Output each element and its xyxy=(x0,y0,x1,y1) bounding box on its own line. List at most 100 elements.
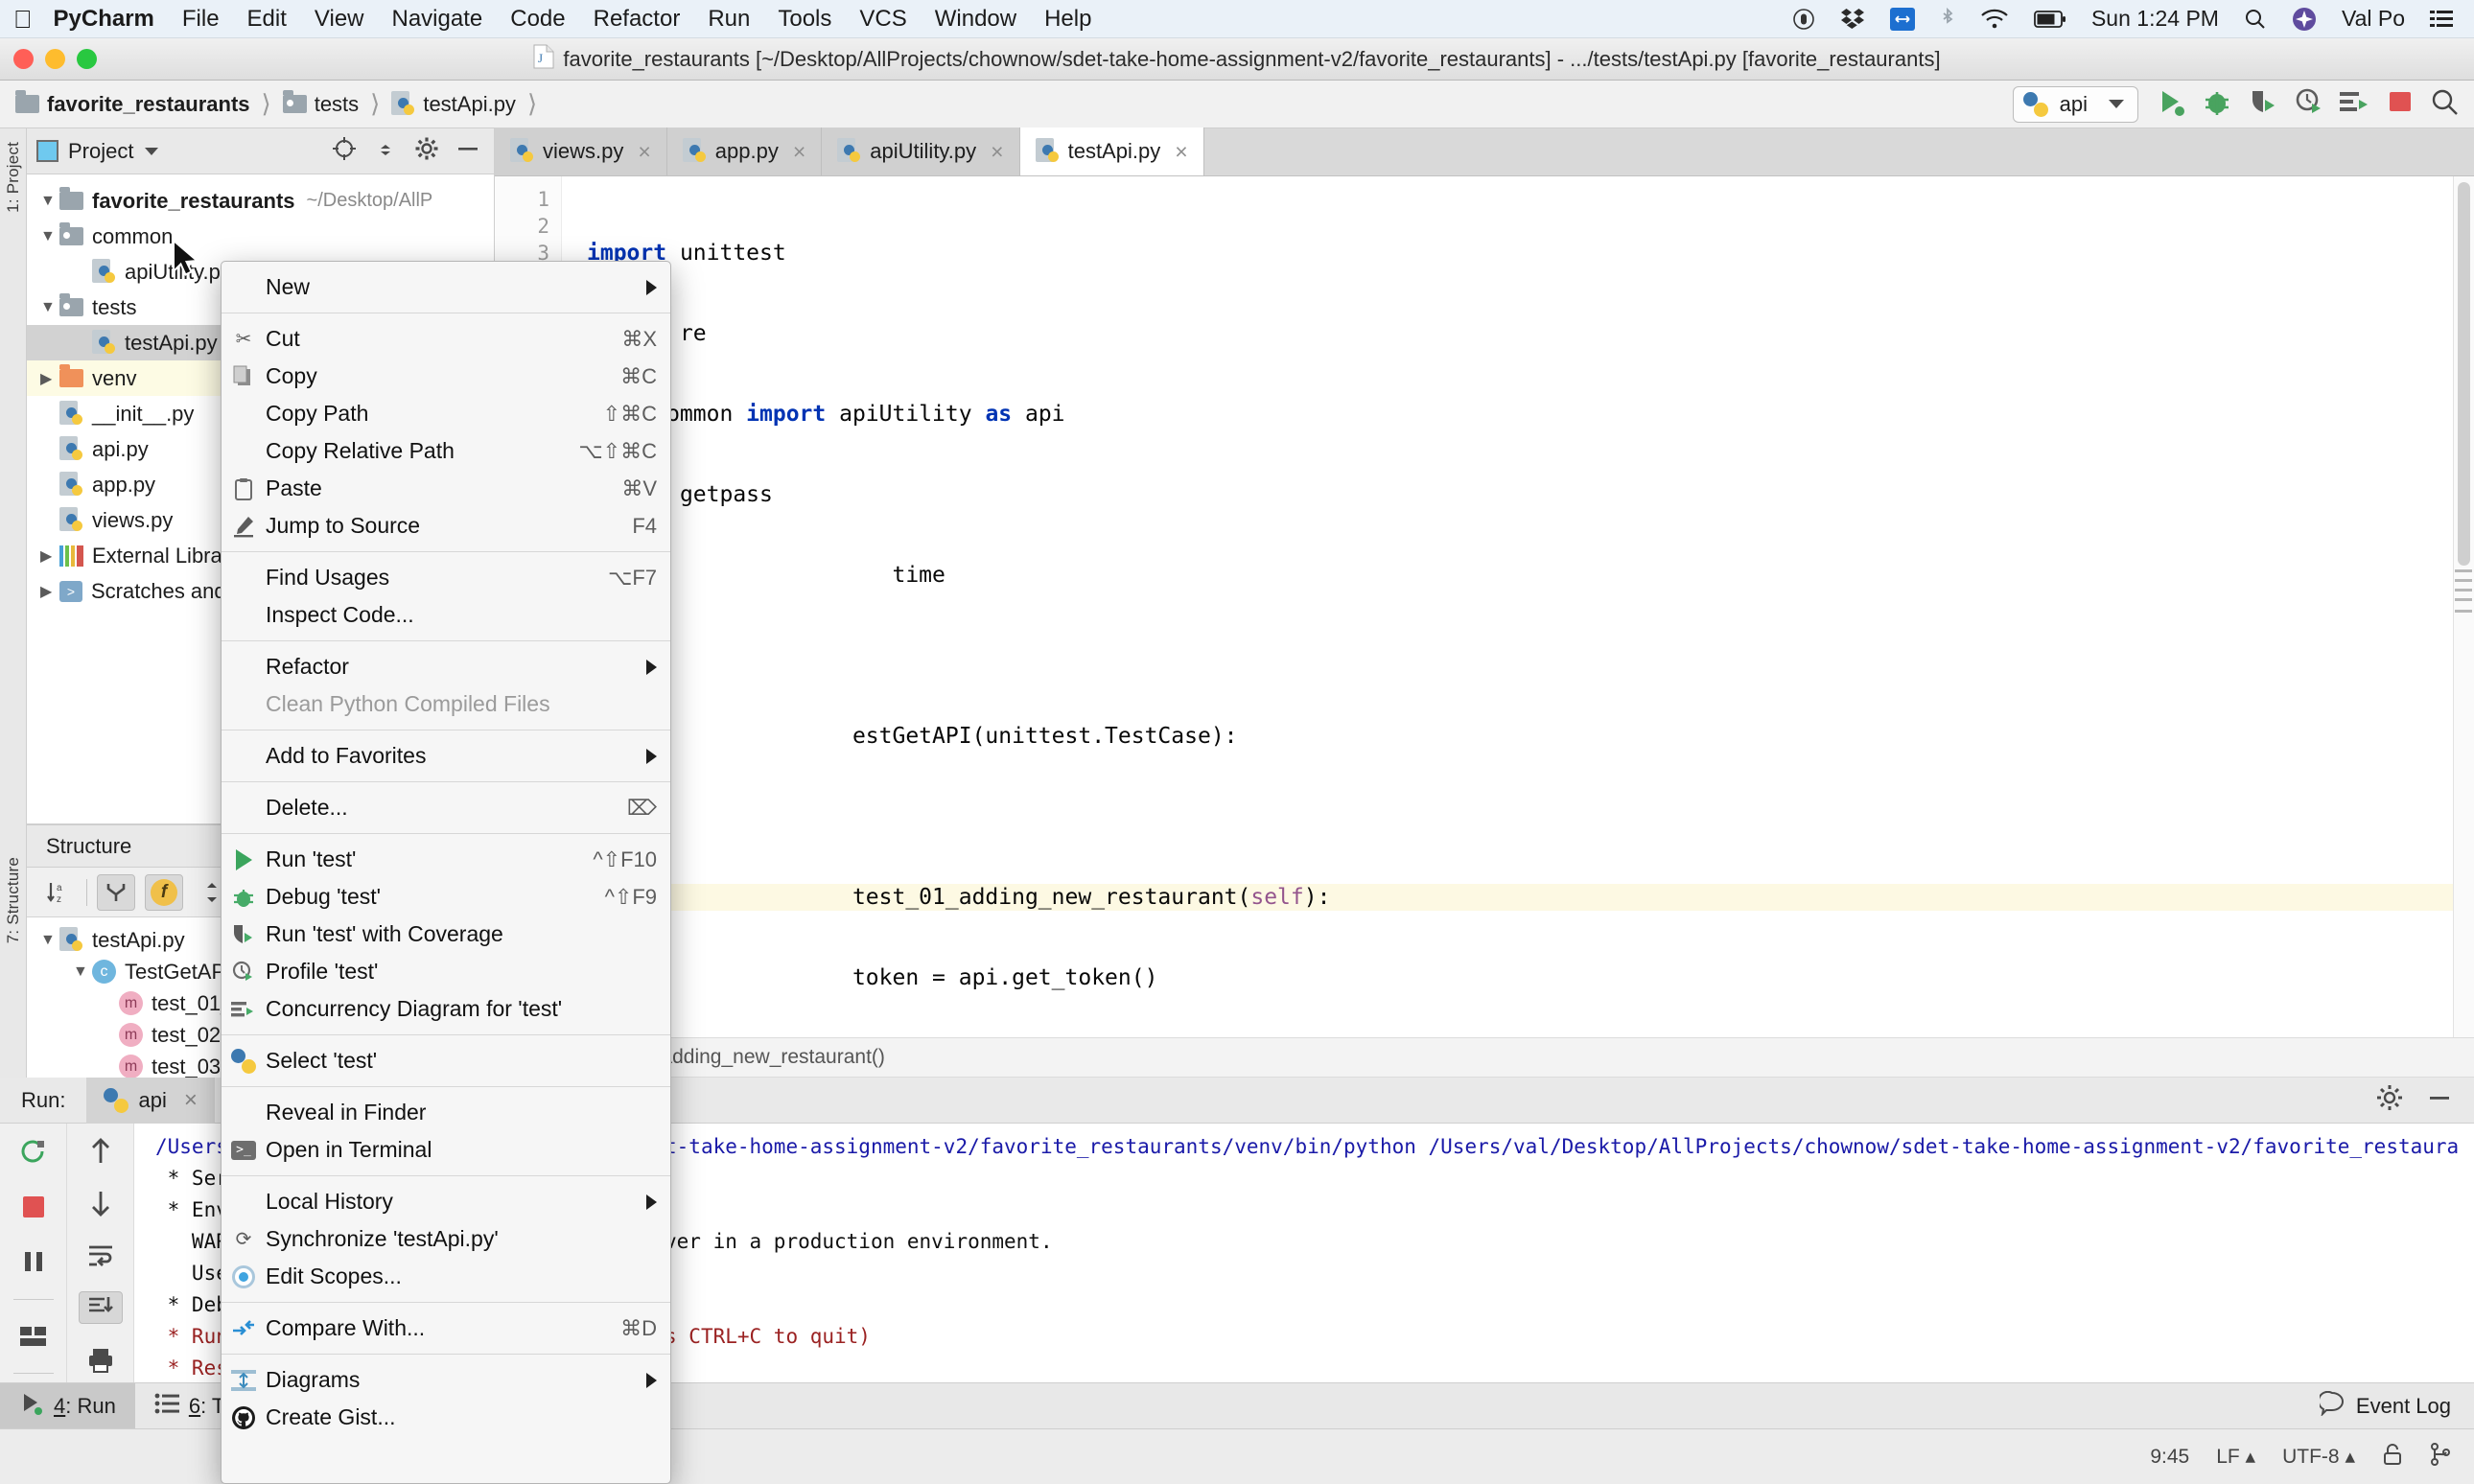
menu-item-new[interactable]: New xyxy=(222,268,670,306)
menu-item-run-test[interactable]: Run 'test' ^⇧F10 xyxy=(222,841,670,878)
sizeup-icon[interactable] xyxy=(1889,7,1915,31)
show-fields-icon[interactable]: f xyxy=(145,873,183,911)
menu-window[interactable]: Window xyxy=(935,6,1016,33)
code-content[interactable]: import unittest import re from common im… xyxy=(564,186,2474,1037)
disclosure-arrow-icon[interactable] xyxy=(40,228,59,245)
menu-item-debug-test[interactable]: Debug 'test' ^⇧F9 xyxy=(222,878,670,916)
settings-gear-icon[interactable] xyxy=(414,136,439,167)
disclosure-arrow-icon[interactable] xyxy=(73,963,92,981)
menu-refactor[interactable]: Refactor xyxy=(594,6,681,33)
close-tab-icon[interactable]: × xyxy=(1175,139,1187,165)
layout-icon[interactable] xyxy=(12,1318,56,1354)
menu-item-copy-path[interactable]: Copy Path ⇧⌘C xyxy=(222,395,670,432)
down-arrow-icon[interactable] xyxy=(79,1187,123,1219)
menu-item-diagrams[interactable]: Diagrams xyxy=(222,1361,670,1399)
search-everywhere-icon[interactable] xyxy=(2430,87,2459,122)
menu-edit[interactable]: Edit xyxy=(247,6,287,33)
menu-item-edit-scopes[interactable]: Edit Scopes... xyxy=(222,1258,670,1295)
menu-item-select-test[interactable]: Select 'test' xyxy=(222,1042,670,1079)
menu-item-copy-relative-path[interactable]: Copy Relative Path ⌥⇧⌘C xyxy=(222,432,670,470)
disclosure-arrow-icon[interactable] xyxy=(40,369,59,388)
close-run-tab-icon[interactable]: × xyxy=(184,1087,198,1114)
menu-item-local-history[interactable]: Local History xyxy=(222,1183,670,1220)
disclosure-arrow-icon[interactable] xyxy=(40,932,59,949)
menu-pycharm[interactable]: PyCharm xyxy=(54,6,154,33)
menu-code[interactable]: Code xyxy=(510,6,565,33)
menu-item-open-in-terminal[interactable]: >_ Open in Terminal xyxy=(222,1131,670,1169)
hide-run-panel-icon[interactable] xyxy=(2426,1084,2453,1117)
close-tab-icon[interactable]: × xyxy=(638,139,650,165)
menu-item-profile-test[interactable]: Profile 'test' xyxy=(222,953,670,990)
breadcrumb-tests[interactable]: tests xyxy=(282,90,359,117)
menu-item-paste[interactable]: Paste ⌘V xyxy=(222,470,670,507)
run-configuration-selector[interactable]: api xyxy=(2012,85,2138,123)
concurrency-diagram-button[interactable] xyxy=(2340,86,2370,123)
sort-alphabetically-icon[interactable]: az xyxy=(38,874,77,911)
menu-item-copy[interactable]: Copy ⌘C xyxy=(222,358,670,395)
bluetooth-icon[interactable] xyxy=(1940,7,1955,32)
menu-view[interactable]: View xyxy=(315,6,364,33)
apple-logo-icon[interactable]:  xyxy=(13,7,33,32)
menu-item-add-to-favorites[interactable]: Add to Favorites xyxy=(222,737,670,775)
tree-item-common[interactable]: common xyxy=(27,219,494,254)
run-tab-api[interactable]: api × xyxy=(86,1077,215,1124)
event-log-label[interactable]: Event Log xyxy=(2356,1394,2451,1419)
menu-tools[interactable]: Tools xyxy=(778,6,831,33)
show-inherited-icon[interactable] xyxy=(97,873,135,911)
stop-button[interactable] xyxy=(2386,87,2415,122)
chevron-down-icon[interactable] xyxy=(145,147,159,155)
disclosure-arrow-icon[interactable] xyxy=(40,582,59,601)
run-button[interactable] xyxy=(2154,85,2186,124)
menu-item-concurrency-diagram[interactable]: Concurrency Diagram for 'test' xyxy=(222,990,670,1028)
menu-item-delete[interactable]: Delete... ⌦ xyxy=(222,789,670,826)
tab-views-py[interactable]: views.py × xyxy=(495,128,667,175)
editor-scrollbar[interactable] xyxy=(2453,176,2474,1037)
menu-item-compare-with[interactable]: Compare With... ⌘D xyxy=(222,1310,670,1347)
branch-icon[interactable] xyxy=(2430,1442,2451,1472)
line-separator[interactable]: LF ▴ xyxy=(2216,1445,2255,1469)
up-arrow-icon[interactable] xyxy=(79,1135,123,1168)
pause-icon[interactable] xyxy=(12,1244,56,1280)
tab-apiutility-py[interactable]: apiUtility.py × xyxy=(822,128,1020,175)
menu-run[interactable]: Run xyxy=(708,6,750,33)
lock-icon[interactable] xyxy=(2382,1443,2403,1472)
code-editor[interactable]: 1 2 3 4 import unittest import re from c… xyxy=(495,176,2474,1037)
run-settings-gear-icon[interactable] xyxy=(2376,1084,2403,1117)
run-with-coverage-button[interactable] xyxy=(2248,86,2278,123)
menu-navigate[interactable]: Navigate xyxy=(392,6,483,33)
search-icon[interactable] xyxy=(2244,8,2267,31)
rerun-icon[interactable] xyxy=(12,1135,56,1171)
file-encoding[interactable]: UTF-8 ▴ xyxy=(2282,1445,2355,1469)
siri-icon[interactable] xyxy=(2292,7,2317,32)
collapse-all-icon[interactable] xyxy=(373,136,398,167)
disclosure-arrow-icon[interactable] xyxy=(40,299,59,316)
close-tab-icon[interactable]: × xyxy=(991,139,1003,165)
menu-vcs[interactable]: VCS xyxy=(859,6,906,33)
tab-app-py[interactable]: app.py × xyxy=(666,128,823,175)
menu-item-refactor[interactable]: Refactor xyxy=(222,648,670,685)
menu-item-run-with-coverage[interactable]: Run 'test' with Coverage xyxy=(222,916,670,953)
tab-testapi-py[interactable]: testApi.py × xyxy=(1019,128,1204,175)
menu-item-create-gist[interactable]: Create Gist... xyxy=(222,1399,670,1436)
locate-icon[interactable] xyxy=(332,136,357,167)
debug-button[interactable] xyxy=(2202,86,2232,123)
scrollbar-thumb[interactable] xyxy=(2458,182,2470,566)
disclosure-arrow-icon[interactable] xyxy=(40,546,59,566)
caret-position[interactable]: 9:45 xyxy=(2150,1446,2189,1469)
menu-item-synchronize[interactable]: ⟳ Synchronize 'testApi.py' xyxy=(222,1220,670,1258)
record-icon[interactable] xyxy=(1792,8,1815,31)
bottom-button-run[interactable]: 4: Run xyxy=(0,1382,135,1429)
wifi-icon[interactable] xyxy=(1980,9,2009,30)
soft-wrap-icon[interactable] xyxy=(79,1240,123,1272)
menu-item-jump-to-source[interactable]: Jump to Source F4 xyxy=(222,507,670,545)
rail-structure-label[interactable]: 7: Structure xyxy=(4,857,23,943)
control-center-icon[interactable] xyxy=(2430,10,2453,29)
rail-project-label[interactable]: 1: Project xyxy=(4,142,23,213)
breadcrumb-project[interactable]: favorite_restaurants xyxy=(15,90,250,117)
battery-icon[interactable] xyxy=(2034,10,2066,29)
menu-item-find-usages[interactable]: Find Usages ⌥F7 xyxy=(222,559,670,596)
close-tab-icon[interactable]: × xyxy=(793,139,805,165)
menu-item-inspect-code[interactable]: Inspect Code... xyxy=(222,596,670,634)
print-icon[interactable] xyxy=(79,1343,123,1376)
hide-panel-icon[interactable] xyxy=(455,136,480,167)
